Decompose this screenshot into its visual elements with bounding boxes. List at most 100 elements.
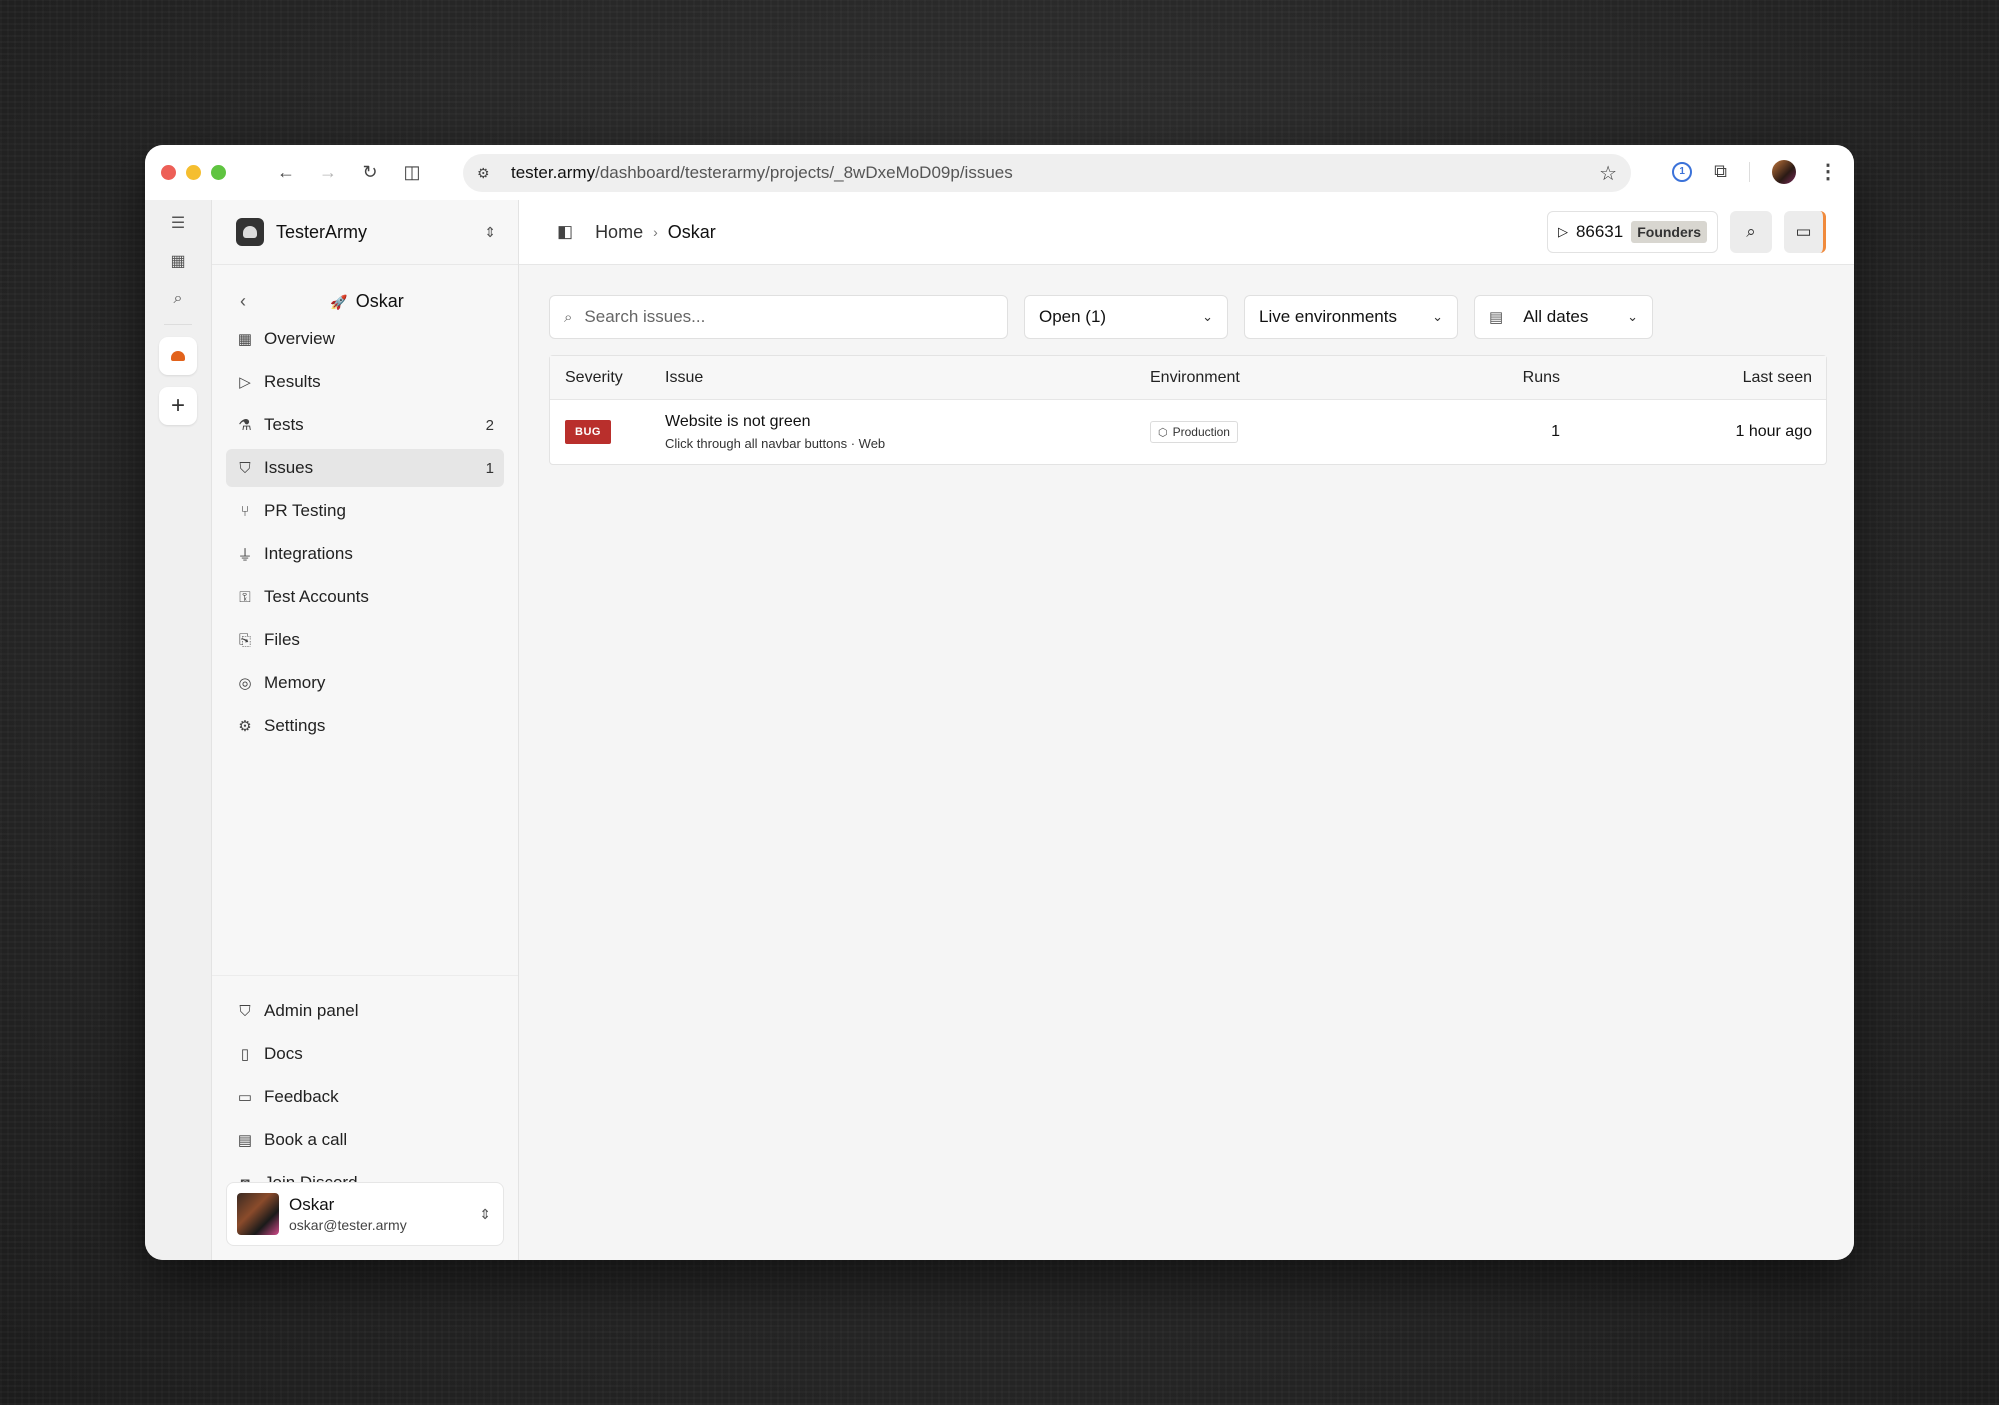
sidebar-item-memory[interactable]: ◎ Memory [226, 664, 504, 702]
issue-cell: Website is not green Click through all n… [665, 413, 1150, 451]
back-chevron-icon[interactable]: ‹ [240, 291, 260, 312]
sidebar-item-tests[interactable]: ⚗ Tests 2 [226, 406, 504, 444]
shield-alert-icon: ⛉ [239, 459, 251, 477]
sidebar: TesterArmy ⇕ ‹ 🚀 Oskar ▦ Overview ▷ Results… [212, 200, 519, 1260]
box-icon: ⬡ [1158, 426, 1168, 439]
column-header-environment: Environment [1150, 368, 1240, 386]
sidebar-item-label: Settings [264, 716, 326, 735]
date-range-select[interactable]: ▤ All dates ⌄ [1474, 295, 1653, 339]
minimize-window-button[interactable] [186, 165, 201, 180]
user-name: Oskar [289, 1195, 335, 1214]
forward-arrow-icon[interactable]: → [318, 162, 338, 183]
back-arrow-icon[interactable]: ← [276, 162, 296, 183]
flask-icon: ⚗ [238, 417, 252, 434]
url-text[interactable]: tester.army/dashboard/testerarmy/project… [511, 163, 1599, 183]
sidebar-item-overview[interactable]: ▦ Overview [226, 320, 504, 358]
sidebar-item-integrations[interactable]: ⏚ Integrations [226, 535, 504, 573]
sidebar-item-feedback[interactable]: ▭ Feedback [226, 1078, 504, 1116]
window-controls [161, 165, 226, 180]
password-manager-icon[interactable]: 1 [1672, 161, 1693, 182]
sidebar-item-settings[interactable]: ⚙ Settings [226, 707, 504, 745]
runs-counter-button[interactable]: ▷ 86631 Founders [1546, 211, 1718, 253]
issues-table: Severity Issue Environment Runs Last see… [549, 355, 1827, 465]
sidebar-item-files[interactable]: ⎘ Files [226, 621, 504, 659]
plug-icon: ⏚ [237, 546, 253, 564]
split-view-icon[interactable]: ◫ [402, 162, 422, 183]
status-select[interactable]: Open (1) ⌄ [1024, 295, 1228, 339]
calendar-icon: ▤ [1489, 309, 1504, 326]
environment-select[interactable]: Live environments ⌄ [1244, 295, 1458, 339]
issue-title[interactable]: Website is not green [665, 413, 1150, 431]
sidebar-item-test-accounts[interactable]: ⚿ Test Accounts [226, 578, 504, 616]
search-field[interactable]: ⌕ [549, 295, 1008, 339]
topbar-actions: ▷ 86631 Founders ⌕ ▭ [1546, 211, 1826, 253]
chevron-down-icon: ⌄ [1432, 309, 1443, 324]
environment-select-value: Live environments [1259, 307, 1397, 326]
browser-menu-icon[interactable]: ⋮ [1818, 159, 1838, 184]
search-button[interactable]: ⌕ [1730, 211, 1772, 253]
maximize-window-button[interactable] [211, 165, 226, 180]
close-window-button[interactable] [161, 165, 176, 180]
table-row[interactable]: BUG Website is not green Click through a… [550, 400, 1826, 464]
plan-badge: Founders [1631, 221, 1707, 243]
issue-subtitle: Click through all navbar buttons · Web [665, 436, 886, 451]
key-icon: ⚿ [239, 588, 251, 606]
filter-bar: ⌕ Open (1) ⌄ Live environments ⌄ ▤ All d… [549, 295, 1653, 339]
sidebar-item-pr-testing[interactable]: ⑂ PR Testing [226, 492, 504, 530]
avatar [237, 1193, 279, 1235]
sidebar-item-results[interactable]: ▷ Results [226, 363, 504, 401]
org-logo [236, 218, 264, 246]
sidebar-item-label: Issues [264, 458, 314, 477]
environment-badge: ⬡ Production [1150, 421, 1238, 443]
play-icon: ▷ [1557, 224, 1568, 239]
sidebar-menu: ▦ Overview ▷ Results ⚗ Tests 2 ⛉ Issues 1 ⑂ PR … [212, 320, 518, 745]
sidebar-item-issues[interactable]: ⛉ Issues 1 [226, 449, 504, 487]
chevron-updown-icon: ⇕ [479, 1205, 491, 1222]
runs-cell: 1 [1551, 423, 1560, 440]
browser-window: ← → ↻ ◫ ⚙ tester.army/dashboard/testerar… [145, 145, 1854, 1260]
dashboard-grid-icon[interactable]: ▦ [165, 248, 191, 274]
column-header-runs: Runs [1522, 368, 1560, 386]
sidebar-item-book-a-call[interactable]: ▤ Book a call [226, 1121, 504, 1159]
profile-avatar[interactable] [1772, 159, 1796, 184]
breadcrumb: Home › Oskar [595, 222, 716, 243]
collapse-menu-icon[interactable]: ☰ [165, 210, 191, 236]
breadcrumb-current: Oskar [667, 221, 716, 242]
add-icon[interactable]: + [159, 387, 197, 425]
reload-icon[interactable]: ↻ [360, 162, 380, 183]
testerarmy-app-icon[interactable] [159, 337, 197, 375]
sidebar-item-docs[interactable]: ▯ Docs [226, 1035, 504, 1073]
search-list-icon[interactable]: ⌕ [165, 286, 191, 312]
sidebar-item-admin-panel[interactable]: ⛉ Admin panel [226, 992, 504, 1030]
book-open-icon: ▯ [240, 1046, 250, 1063]
message-square-icon: ▭ [237, 1089, 253, 1106]
org-switcher[interactable]: TesterArmy ⇕ [212, 200, 518, 265]
user-menu[interactable]: Oskar oskar@tester.army ⇕ [226, 1182, 504, 1246]
calendar-icon: ▤ [237, 1132, 253, 1149]
table-header: Severity Issue Environment Runs Last see… [550, 356, 1826, 400]
bookmark-star-icon[interactable]: ☆ [1599, 161, 1617, 186]
sidebar-item-label: Feedback [264, 1087, 339, 1106]
site-settings-icon[interactable]: ⚙ [477, 165, 497, 182]
sidebar-item-label: Test Accounts [264, 587, 369, 606]
brain-icon: ◎ [238, 675, 252, 692]
search-input[interactable] [584, 307, 993, 327]
environment-cell: ⬡ Production [1150, 421, 1440, 443]
search-icon: ⌕ [1746, 222, 1756, 241]
git-pull-request-icon: ⑂ [240, 502, 250, 520]
breadcrumb-home[interactable]: Home [595, 222, 643, 243]
address-bar[interactable]: ⚙ tester.army/dashboard/testerarmy/proje… [463, 154, 1631, 192]
status-select-value: Open (1) [1039, 307, 1107, 326]
browser-toolbar: ← → ↻ ◫ ⚙ tester.army/dashboard/testerar… [145, 145, 1854, 200]
extensions-puzzle-icon[interactable]: ⧉ [1714, 161, 1727, 182]
chevron-down-icon: ⌄ [1202, 309, 1213, 324]
sidebar-item-label: Docs [264, 1044, 303, 1063]
notifications-button[interactable]: ▭ [1784, 211, 1826, 253]
toggle-sidebar-icon[interactable]: ◧ [557, 222, 573, 242]
url-path: /dashboard/testerarmy/projects/_8wDxeMoD… [595, 163, 1013, 182]
paperclip-icon: ⎘ [238, 631, 251, 649]
top-bar: ◧ Home › Oskar ▷ 86631 Founders ⌕ ▭ [519, 200, 1854, 265]
project-title: 🚀 Oskar [260, 291, 494, 312]
column-header-issue: Issue [665, 368, 704, 386]
column-header-last-seen: Last seen [1742, 368, 1812, 386]
